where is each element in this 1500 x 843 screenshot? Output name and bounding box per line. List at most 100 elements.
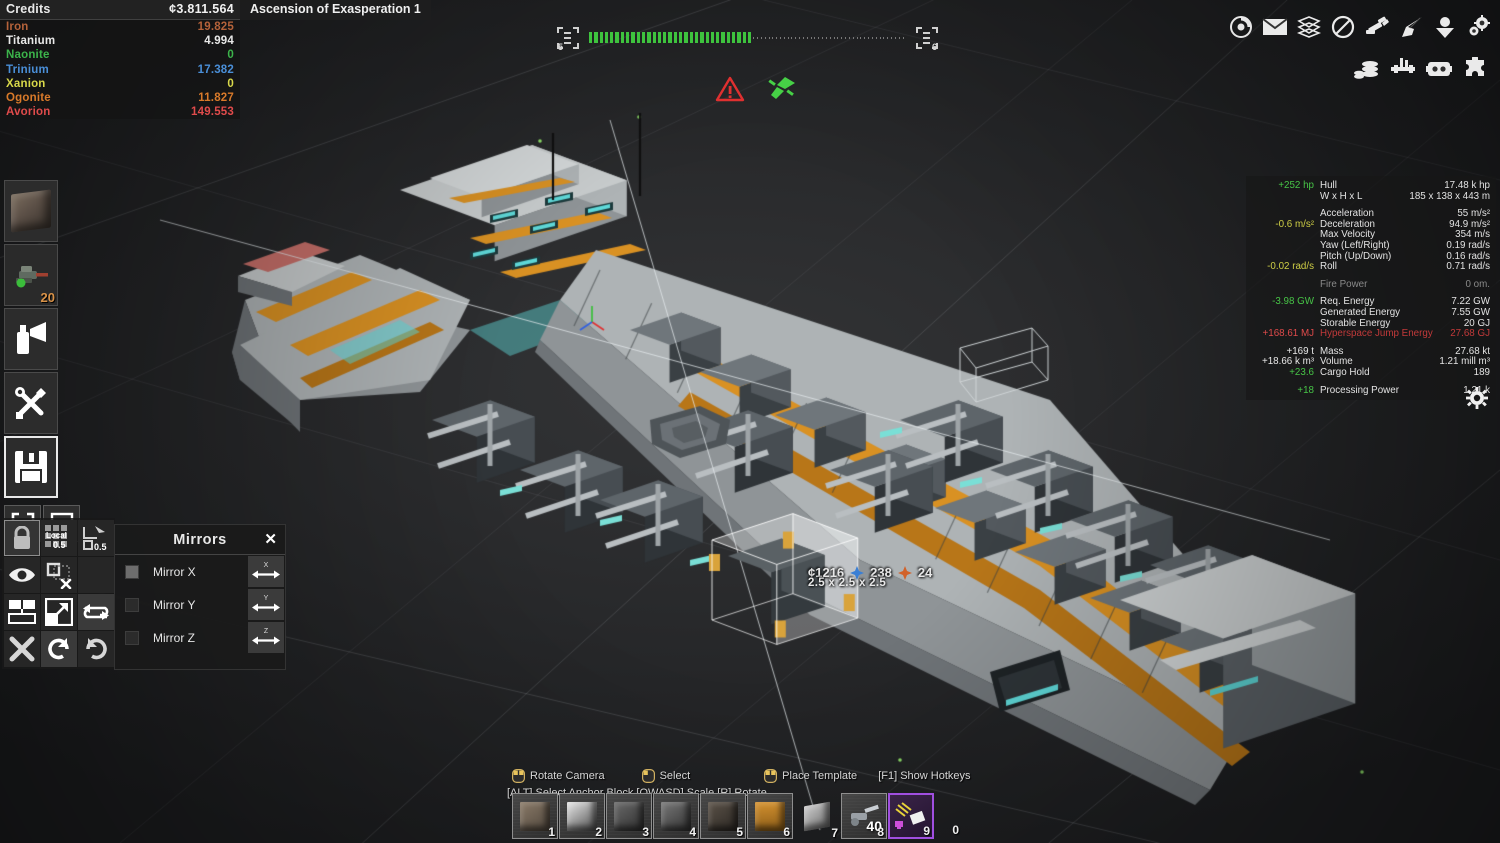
wood-block-icon bbox=[755, 801, 785, 831]
mirror-z-checkbox[interactable] bbox=[125, 630, 139, 645]
snap-step-button[interactable]: 0.5 bbox=[78, 520, 114, 556]
hotkey-slot-4[interactable]: 4 bbox=[653, 793, 699, 839]
limit-segment bbox=[663, 32, 667, 43]
gear-icon bbox=[1466, 387, 1488, 409]
mirror-row-y[interactable]: Mirror Y Y bbox=[115, 588, 285, 621]
mirror-y-checkbox[interactable] bbox=[125, 597, 139, 612]
limit-segment bbox=[737, 32, 741, 43]
fighter-icon[interactable] bbox=[1396, 12, 1426, 42]
hotkey-hint: Place Template bbox=[764, 769, 857, 783]
limit-empty-dot bbox=[837, 36, 839, 39]
stat-label: W x H x L bbox=[1320, 190, 1363, 202]
limit-empty-dot bbox=[783, 36, 785, 39]
grid-empty-slot bbox=[78, 557, 114, 593]
lock-icon bbox=[14, 526, 30, 549]
hotkey-slots: 1 2 3 4 5 6 7 40 8 9 0 bbox=[512, 793, 970, 840]
mirror-row-z[interactable]: Mirror Z Z bbox=[115, 621, 285, 654]
no-entry-icon[interactable] bbox=[1328, 12, 1358, 42]
hotkey-slot-3[interactable]: 3 bbox=[606, 793, 652, 839]
visibility-button[interactable] bbox=[4, 557, 40, 593]
hotkey-slot-0[interactable]: 0 bbox=[935, 793, 969, 839]
close-icon[interactable]: ✕ bbox=[264, 530, 277, 548]
limit-empty-dot bbox=[787, 36, 789, 39]
undo-button[interactable] bbox=[41, 631, 77, 667]
block-type-button[interactable] bbox=[4, 180, 58, 242]
save-button[interactable] bbox=[4, 436, 58, 498]
turret-button[interactable]: 20 bbox=[4, 244, 58, 306]
limit-empty-dot bbox=[822, 36, 823, 39]
systems-icon[interactable] bbox=[1388, 54, 1418, 84]
ship-model[interactable] bbox=[0, 0, 1500, 843]
block-extra-value: 24 bbox=[917, 565, 933, 580]
stat-row: W x H x L 185 x 138 x 443 m bbox=[1246, 190, 1490, 203]
ship-status-icon[interactable] bbox=[1226, 12, 1256, 42]
stat-row: -0.02 rad/s Roll 0.71 rad/s bbox=[1246, 262, 1490, 273]
local-grid-button[interactable]: Local 0.5 bbox=[41, 520, 77, 556]
build-viewport[interactable] bbox=[0, 0, 1500, 843]
limit-segment bbox=[668, 32, 672, 43]
puzzle-piece-icon[interactable] bbox=[1460, 54, 1490, 84]
hotkey-slot-9[interactable]: 9 bbox=[888, 793, 934, 839]
turret-factory-icon[interactable] bbox=[1362, 12, 1392, 42]
trade-coins-icon[interactable] bbox=[1352, 54, 1382, 84]
axis-letter: Y bbox=[263, 595, 269, 602]
limit-empty-dot bbox=[883, 36, 885, 39]
stat-value: 0.71 rad/s bbox=[1446, 261, 1490, 273]
mirror-row-x[interactable]: Mirror X X bbox=[115, 555, 285, 588]
mirror-z-axis-button[interactable]: Z bbox=[248, 622, 284, 653]
block-limit-right-icon: 6 bbox=[914, 25, 940, 52]
hotkey-slot-2[interactable]: 2 bbox=[559, 793, 605, 839]
stat-label: Generated Energy bbox=[1320, 306, 1401, 318]
thruster-icon[interactable] bbox=[767, 75, 797, 103]
deselect-button[interactable] bbox=[41, 557, 77, 593]
double-arrow-icon bbox=[252, 636, 280, 645]
spray-can-icon bbox=[17, 322, 46, 354]
stat-value: 27.68 GJ bbox=[1450, 328, 1490, 340]
redo-button[interactable] bbox=[78, 631, 114, 667]
block-dimensions: 2.5 x 2.5 x 2.5 bbox=[808, 577, 887, 589]
paint-button[interactable] bbox=[4, 308, 58, 370]
flip-button[interactable] bbox=[78, 594, 114, 630]
limit-segment bbox=[657, 32, 662, 43]
hotkey-hint-label: Select bbox=[659, 770, 691, 782]
settings-gear-icon[interactable] bbox=[1464, 12, 1494, 42]
stats-settings-gear[interactable] bbox=[1464, 385, 1490, 411]
mirror-x-axis-button[interactable]: X bbox=[248, 556, 284, 587]
galaxy-map-icon[interactable] bbox=[1294, 12, 1324, 42]
limit-empty-dot bbox=[871, 36, 873, 39]
resource-name: Titanium bbox=[6, 35, 56, 48]
limit-segment bbox=[732, 32, 736, 43]
hotkey-slot-8[interactable]: 40 8 bbox=[841, 793, 887, 839]
block-limit-left-label: 5 bbox=[558, 42, 564, 52]
mirror-x-checkbox[interactable] bbox=[125, 564, 139, 579]
delete-button[interactable] bbox=[4, 631, 40, 667]
top-right-toolbar bbox=[1226, 12, 1494, 84]
robot-icon[interactable] bbox=[1424, 54, 1454, 84]
limit-segment bbox=[684, 32, 688, 43]
warning-triangle-icon[interactable] bbox=[715, 75, 745, 103]
resource-name: Xanion bbox=[6, 77, 46, 90]
resize-button[interactable] bbox=[41, 594, 77, 630]
mail-icon[interactable] bbox=[1260, 12, 1290, 42]
hotkey-slot-7[interactable]: 7 bbox=[794, 793, 840, 840]
resource-row: Trinium 17.382 bbox=[0, 63, 240, 77]
split-block-button[interactable] bbox=[4, 594, 40, 630]
limit-empty-dot bbox=[814, 36, 816, 39]
crew-icon[interactable] bbox=[1430, 12, 1460, 42]
stat-row: +168.61 MJ Hyperspace Jump Energy 27.68 GJ bbox=[1246, 329, 1490, 340]
limit-empty-dot bbox=[802, 36, 804, 39]
hotkey-slot-5[interactable]: 5 bbox=[700, 793, 746, 839]
top-right-row-2 bbox=[1226, 54, 1490, 84]
frame-block-icon bbox=[661, 801, 691, 831]
mirror-y-axis-button[interactable]: Y bbox=[248, 589, 284, 620]
limit-empty-dot bbox=[845, 36, 846, 39]
deselect-icon bbox=[46, 562, 72, 589]
turret-count-badge: 20 bbox=[40, 290, 55, 305]
repair-button[interactable] bbox=[4, 372, 58, 434]
limit-segment bbox=[726, 32, 731, 43]
lock-button[interactable] bbox=[4, 520, 40, 556]
hotkey-slot-6[interactable]: 6 bbox=[747, 793, 793, 839]
svg-text:0.5: 0.5 bbox=[94, 542, 107, 552]
hotkey-slot-1[interactable]: 1 bbox=[512, 793, 558, 839]
limit-empty-dot bbox=[860, 36, 862, 39]
